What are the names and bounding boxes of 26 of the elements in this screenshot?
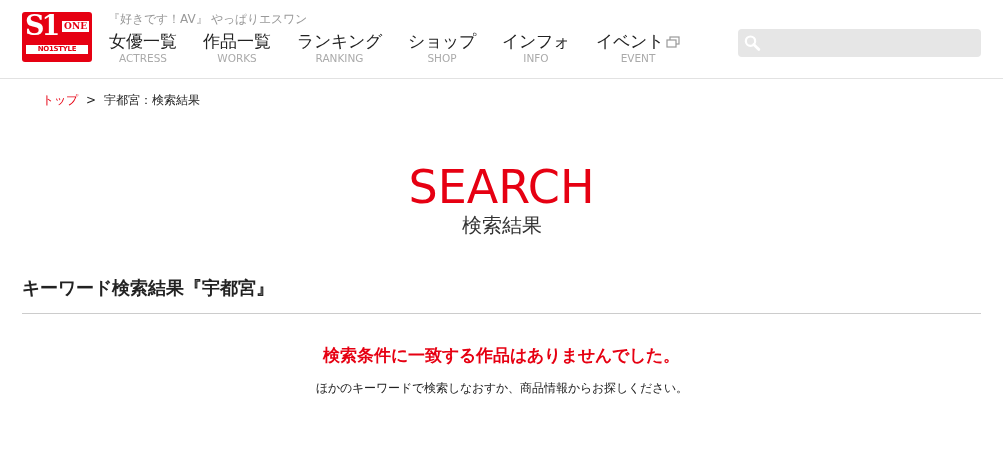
hint-text: ほかのキーワードで検索しなおすか、商品情報からお探しください。 <box>314 380 689 397</box>
external-window-icon <box>666 36 680 48</box>
nav-link[interactable]: ショップ <box>408 32 476 52</box>
nav-sublabel: INFO <box>523 52 549 65</box>
search-icon <box>744 34 761 52</box>
nav-link[interactable]: ランキング <box>297 32 382 52</box>
search-field[interactable] <box>738 29 981 57</box>
nav-link[interactable]: イベント <box>596 32 664 52</box>
nav-link[interactable]: 作品一覧 <box>203 32 271 52</box>
page-title: SEARCH <box>407 161 596 213</box>
site-tagline: 『好きです！AV』 やっぱりエスワン <box>108 12 309 26</box>
nav-sublabel: RANKING <box>315 52 364 65</box>
nav-sublabel: ACTRESS <box>119 52 167 65</box>
nav-sublabel: SHOP <box>427 52 457 65</box>
nav-link[interactable]: 女優一覧 <box>109 32 177 52</box>
nav-sublabel: WORKS <box>217 52 257 65</box>
no-results-message: 検索条件に一致する作品はありませんでした。 <box>322 345 681 368</box>
breadcrumb-separator: > <box>86 92 97 109</box>
nav-link[interactable]: インフォ <box>502 32 570 52</box>
section-heading: キーワード検索結果『宇都宮』 <box>22 275 981 315</box>
page-subtitle: 検索結果 <box>460 213 543 237</box>
breadcrumb-link[interactable]: トップ <box>42 91 78 109</box>
logo-mark: S1 <box>25 12 58 39</box>
logo-word: ONE <box>62 21 89 32</box>
breadcrumb-current: 宇都宮：検索結果 <box>104 92 201 109</box>
nav-sublabel: EVENT <box>620 52 656 65</box>
